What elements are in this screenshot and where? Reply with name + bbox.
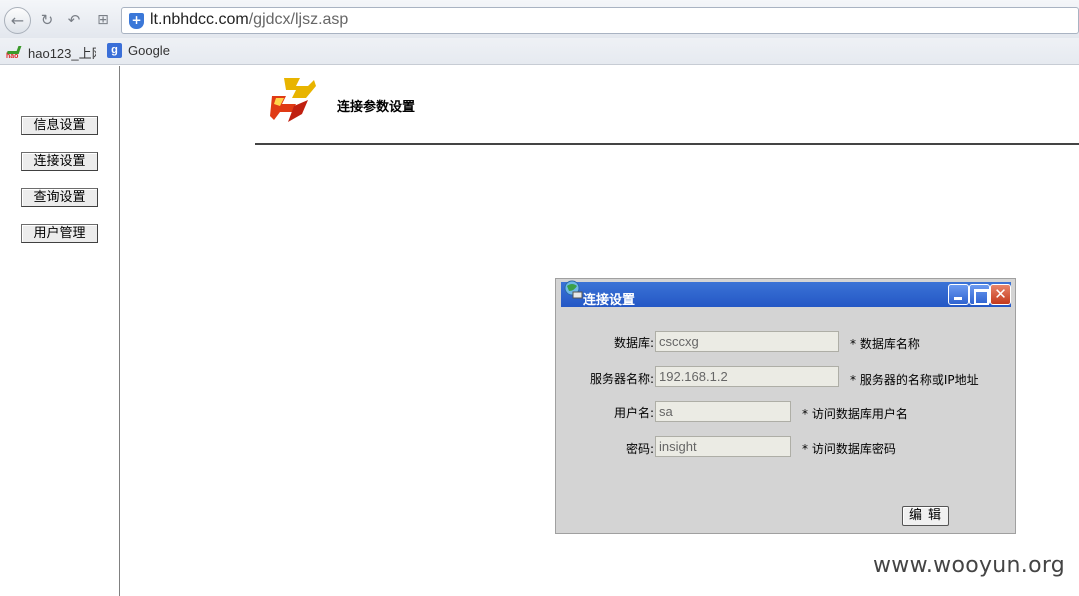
close-button[interactable]: ✕ xyxy=(990,284,1011,305)
url-text: lt.nbhdcc.com/gjdcx/ljsz.asp xyxy=(150,11,348,29)
url-path: /gjdcx/ljsz.asp xyxy=(248,11,349,28)
app-logo-icon xyxy=(270,78,316,122)
sidebar-item-connection-settings[interactable]: 连接设置 xyxy=(21,152,98,171)
google-icon: g xyxy=(107,43,122,58)
apps-grid-icon[interactable]: ⊞ xyxy=(92,9,114,31)
password-field[interactable]: insight xyxy=(655,436,791,457)
page-title: 连接参数设置 xyxy=(337,100,416,115)
server-name-field[interactable]: 192.168.1.2 xyxy=(655,366,839,387)
sidebar-item-query-settings[interactable]: 查询设置 xyxy=(21,188,98,207)
browser-toolbar: ← ↻ ↶ ⊞ + lt.nbhdcc.com/gjdcx/ljsz.asp xyxy=(0,0,1079,38)
maximize-button[interactable] xyxy=(969,284,990,305)
url-host: lt.nbhdcc.com xyxy=(150,11,249,28)
password-hint: * 访问数据库密码 xyxy=(802,442,896,456)
database-field[interactable]: csccxg xyxy=(655,331,839,352)
database-label: 数据库: xyxy=(613,336,654,350)
network-globe-icon xyxy=(564,280,583,299)
bookmark-label: hao123_上网 xyxy=(28,46,96,61)
bookmark-label: Google xyxy=(128,43,170,58)
bookmark-hao123[interactable]: hao hao123_上网 xyxy=(6,43,96,62)
username-hint: * 访问数据库用户名 xyxy=(802,407,908,421)
shield-icon: + xyxy=(129,13,144,29)
bookmarks-bar: hao hao123_上网 g Google xyxy=(0,38,1079,65)
database-hint: * 数据库名称 xyxy=(850,337,920,351)
sidebar xyxy=(0,66,120,596)
sidebar-item-user-management[interactable]: 用户管理 xyxy=(21,224,98,243)
edit-button[interactable]: 编辑 xyxy=(902,506,949,526)
reload-icon[interactable]: ↻ xyxy=(36,9,58,31)
username-label: 用户名: xyxy=(613,406,654,420)
address-bar[interactable]: + lt.nbhdcc.com/gjdcx/ljsz.asp xyxy=(121,7,1079,34)
bookmark-google[interactable]: g Google xyxy=(107,43,170,58)
undo-icon[interactable]: ↶ xyxy=(63,9,85,31)
server-name-label: 服务器名称: xyxy=(589,372,654,386)
username-field[interactable]: sa xyxy=(655,401,791,422)
hao123-icon: hao xyxy=(6,45,24,60)
dialog-title: 连接设置 xyxy=(583,293,636,308)
server-name-hint: * 服务器的名称或IP地址 xyxy=(850,373,979,387)
watermark: www.wooyun.org xyxy=(873,553,1066,578)
sidebar-item-info-settings[interactable]: 信息设置 xyxy=(21,116,98,135)
back-icon[interactable]: ← xyxy=(4,7,31,34)
divider xyxy=(255,143,1079,145)
dialog-titlebar[interactable]: 连接设置 ✕ xyxy=(561,280,1011,308)
password-label: 密码: xyxy=(625,442,654,456)
minimize-button[interactable] xyxy=(948,284,969,305)
